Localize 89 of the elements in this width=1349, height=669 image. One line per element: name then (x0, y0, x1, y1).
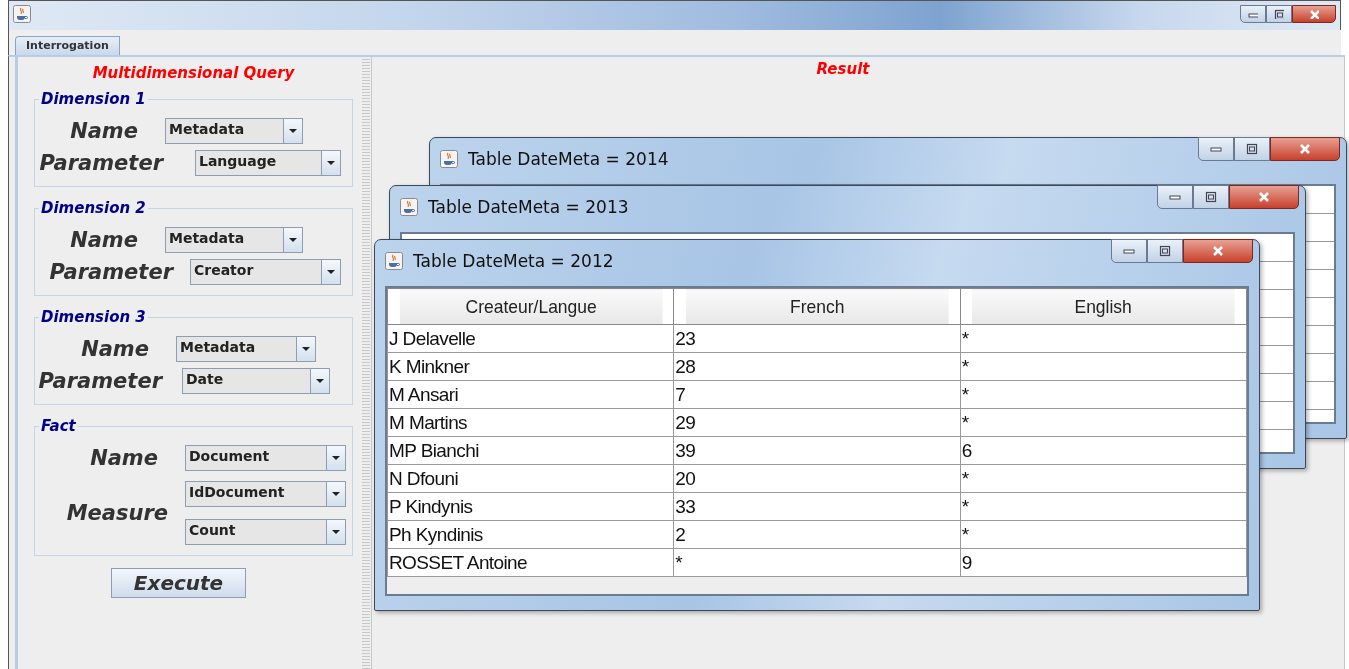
table-cell: N Dfouni (387, 464, 674, 493)
table-cell: Ph Kyndinis (387, 520, 674, 549)
caret-icon (332, 530, 340, 534)
close-icon (1299, 143, 1311, 155)
table-cell: M Ansari (387, 380, 674, 409)
cup-icon (385, 252, 405, 272)
dropdown[interactable]: Metadata (176, 336, 316, 362)
field-label: Parameter (38, 151, 163, 175)
table-cell: * (960, 324, 1247, 353)
table-cell: P Kindynis (387, 492, 674, 521)
minimize-button[interactable] (1240, 5, 1266, 23)
field-label: Name (69, 119, 138, 143)
cup-icon (400, 198, 420, 218)
close-icon (1258, 191, 1270, 203)
caret-icon (302, 347, 310, 351)
tab[interactable]: Interrogation (15, 36, 120, 55)
table-cell: ROSSET Antoine (387, 548, 674, 577)
caret-icon (289, 129, 297, 133)
table-cell: * (960, 520, 1247, 549)
maximize-button[interactable] (1147, 239, 1183, 263)
dropdown[interactable]: Count (185, 519, 346, 545)
field-label: Measure (65, 501, 168, 525)
dropdown[interactable]: Metadata (165, 118, 303, 144)
caret-icon (327, 161, 335, 165)
table-cell: * (960, 352, 1247, 381)
window-title: Table DateMeta = 2014 (468, 149, 670, 169)
field-label: Name (69, 228, 138, 252)
table-cell: 9 (960, 548, 1247, 577)
splitter-handle[interactable] (362, 57, 370, 669)
caret-icon (316, 379, 324, 383)
group-title: Dimension 2 (40, 199, 147, 217)
table-cell: MP Bianchi (387, 436, 674, 465)
maximize-button[interactable] (1266, 5, 1292, 23)
table-cell: 39 (673, 436, 961, 465)
panel-title: Multidimensional Query (91, 64, 296, 82)
table-cell: * (960, 492, 1247, 521)
maximize-button[interactable] (1234, 137, 1270, 161)
maximize-icon (1205, 191, 1217, 203)
dropdown[interactable]: Creator (190, 259, 341, 285)
table-cell: K Minkner (387, 352, 674, 381)
minimize-button[interactable] (1198, 137, 1234, 161)
dropdown[interactable]: IdDocument (185, 481, 346, 507)
field-label: Name (89, 446, 158, 470)
dropdown[interactable]: Language (195, 150, 341, 176)
caret-icon (332, 492, 340, 496)
table-cell: J Delavelle (387, 324, 674, 353)
table-cell: 28 (673, 352, 961, 381)
table-cell: * (673, 548, 961, 577)
table-cell: 6 (960, 436, 1247, 465)
caret-icon (327, 270, 335, 274)
table-cell: 2 (673, 520, 961, 549)
maximize-icon (1274, 9, 1284, 19)
cup-icon (440, 150, 460, 170)
close-icon (1309, 9, 1319, 19)
table-cell: 20 (673, 464, 961, 493)
close-button[interactable] (1229, 185, 1299, 209)
table-cell: * (960, 408, 1247, 437)
close-button[interactable] (1183, 239, 1253, 263)
table-cell: * (960, 464, 1247, 493)
table-cell: * (960, 380, 1247, 409)
minimize-button[interactable] (1111, 239, 1147, 263)
dropdown[interactable]: Document (185, 445, 346, 471)
field-label: Name (80, 337, 149, 361)
close-button[interactable] (1270, 137, 1340, 161)
execute-button[interactable]: Execute (110, 568, 247, 598)
close-button[interactable] (1292, 5, 1336, 23)
close-icon (1212, 245, 1224, 257)
table-cell: 29 (673, 408, 961, 437)
caret-icon (332, 456, 340, 460)
dropdown[interactable]: Metadata (165, 227, 303, 253)
table-cell: 23 (673, 324, 961, 353)
minimize-button[interactable] (1157, 185, 1193, 209)
group-title: Dimension 1 (40, 90, 147, 108)
dropdown[interactable]: Date (182, 368, 330, 394)
window-title: Table DateMeta = 2013 (428, 197, 630, 217)
maximize-icon (1246, 143, 1258, 155)
field-label: Parameter (48, 260, 173, 284)
panel-title: Result (815, 60, 871, 78)
group-title: Dimension 3 (40, 308, 147, 326)
group-title: Fact (40, 417, 77, 435)
maximize-icon (1159, 245, 1171, 257)
caret-icon (289, 238, 297, 242)
cup-icon (13, 5, 31, 23)
table-cell: M Martins (387, 408, 674, 437)
field-label: Parameter (37, 369, 162, 393)
window-title: Table DateMeta = 2012 (413, 251, 615, 271)
table-cell: 33 (673, 492, 961, 521)
table-cell: 7 (673, 380, 961, 409)
maximize-button[interactable] (1193, 185, 1229, 209)
